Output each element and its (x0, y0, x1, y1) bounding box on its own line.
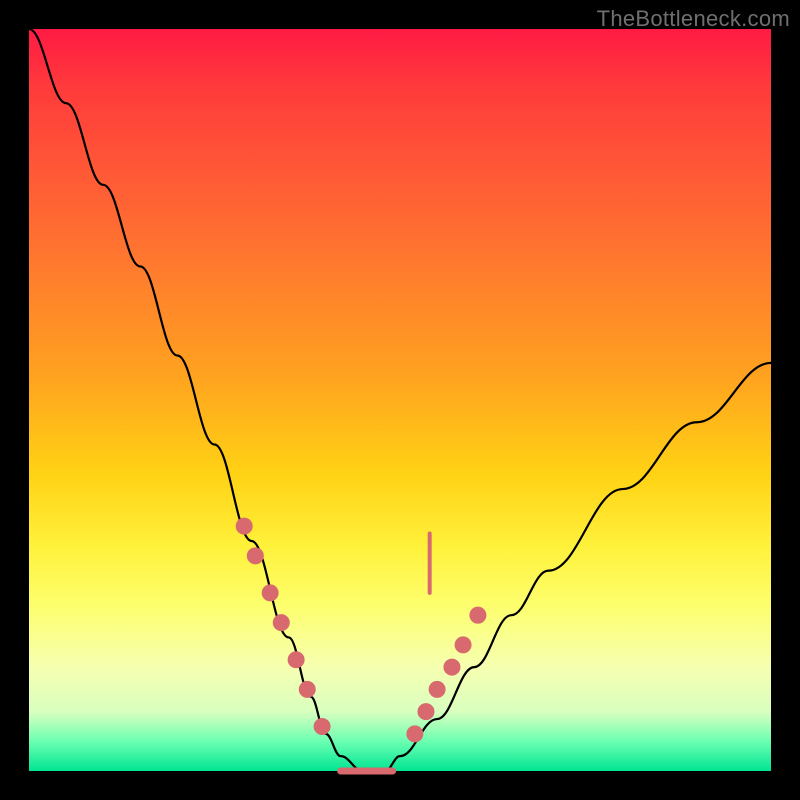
curve-marker-dot (288, 652, 304, 668)
curve-marker-dot (247, 548, 263, 564)
curve-marker-dot (429, 681, 445, 697)
curve-marker-dot (299, 681, 315, 697)
curve-marker-dot (470, 607, 486, 623)
watermark-text: TheBottleneck.com (597, 6, 790, 32)
curve-marker-dot (418, 704, 434, 720)
curve-marker-dot (444, 659, 460, 675)
bottleneck-curve (29, 29, 771, 771)
bottleneck-plot (29, 29, 771, 771)
curve-marker-dot (455, 637, 471, 653)
curve-marker-dot (407, 726, 423, 742)
chart-area (29, 29, 771, 771)
curve-marker-dot (236, 518, 252, 534)
curve-marker-dot (273, 615, 289, 631)
curve-markers-right (407, 607, 486, 742)
curve-markers-left (236, 518, 330, 734)
curve-marker-dot (262, 585, 278, 601)
curve-marker-dot (314, 718, 330, 734)
